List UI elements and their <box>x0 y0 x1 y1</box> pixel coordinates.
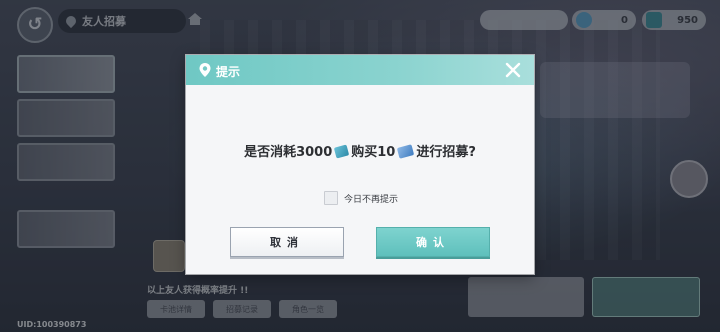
dialog-message: 是否消耗3000 购买10 进行招募? <box>186 141 534 160</box>
location-pin-icon <box>199 63 211 77</box>
dont-remind-checkbox[interactable] <box>324 191 338 205</box>
dialog-title: 提示 <box>216 65 241 79</box>
message-text-buy: 购买10 <box>351 145 396 160</box>
dont-remind-toggle[interactable]: 今日不再提示 <box>324 191 398 205</box>
recruit-ticket-icon <box>397 144 415 159</box>
dont-remind-label: 今日不再提示 <box>344 194 399 205</box>
message-text-recruit: 进行招募? <box>416 145 476 160</box>
ticket-icon <box>334 144 350 159</box>
close-icon[interactable] <box>503 60 523 80</box>
cancel-button[interactable]: 取消 <box>230 227 344 257</box>
message-text-cost: 是否消耗3000 <box>244 145 333 160</box>
confirm-dialog: 提示 是否消耗3000 购买10 进行招募? 今日不再提示 取消 确认 <box>186 55 534 274</box>
confirm-button[interactable]: 确认 <box>376 227 490 257</box>
